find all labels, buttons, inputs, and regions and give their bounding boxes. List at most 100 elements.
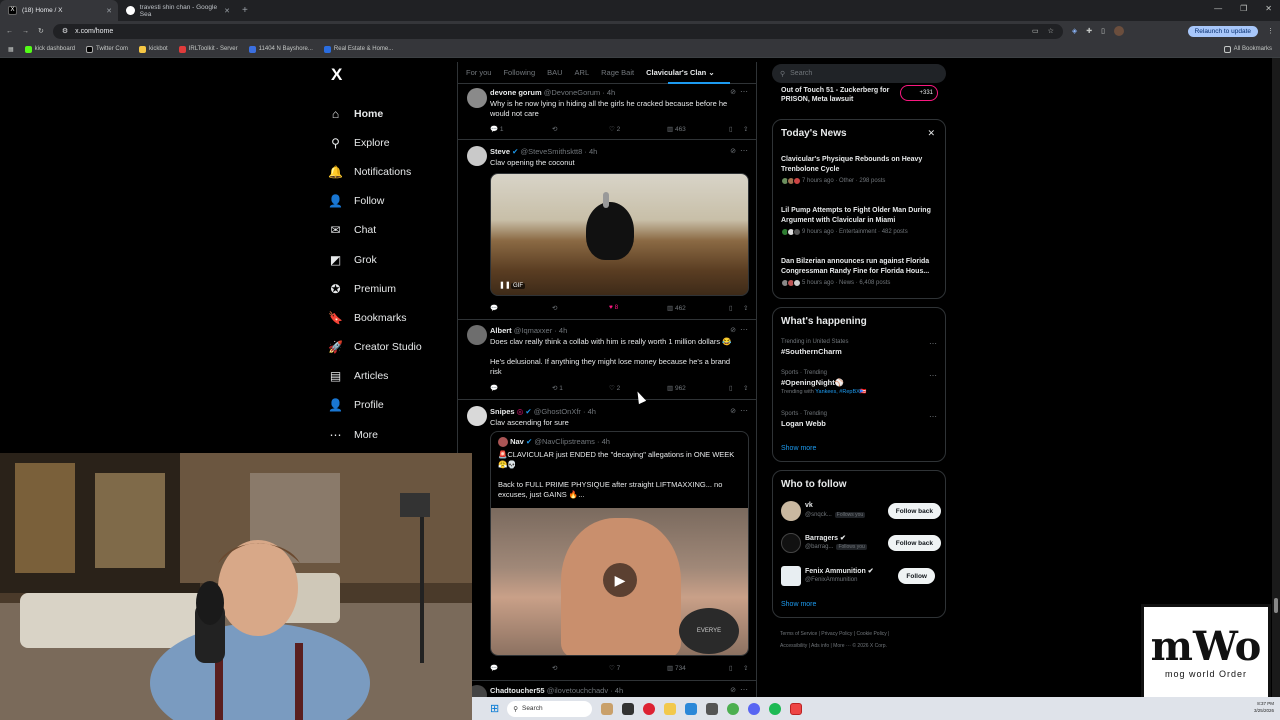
x-logo[interactable]: X [331, 65, 453, 85]
app-icon[interactable] [685, 702, 698, 715]
bookmark-icon[interactable]: ▯ [729, 664, 743, 672]
extension-icon[interactable]: ◈ [1072, 27, 1077, 35]
more-options-icon[interactable]: ⋯ [929, 339, 937, 348]
scrollbar-thumb[interactable] [1274, 598, 1278, 613]
recording-app-icon[interactable] [790, 702, 803, 715]
bookmark-twitter[interactable]: Twitter Com [86, 45, 128, 53]
trend-item[interactable]: Sports · Trending Logan Webb [781, 411, 941, 428]
grok-icon[interactable]: ⊘ [730, 326, 736, 334]
system-clock[interactable]: 8:37 PM 3/25/2026 [1254, 700, 1274, 714]
grok-icon[interactable]: ⊘ [730, 407, 736, 415]
nav-grok[interactable]: ◩ Grok [328, 245, 453, 274]
repost-button[interactable]: ⟲ [552, 304, 609, 312]
news-item[interactable]: Clavicular's Physique Rebounds on Heavy … [781, 155, 941, 186]
chrome-icon[interactable] [727, 702, 740, 715]
tab-clavicular-clan[interactable]: Clavicular's Clan ⌄ [646, 68, 715, 77]
app-icon[interactable] [706, 702, 719, 715]
views-button[interactable]: ▥ 962 [667, 384, 729, 392]
tab-for-you[interactable]: For you [466, 68, 491, 77]
discord-icon[interactable] [748, 702, 761, 715]
nav-profile[interactable]: 👤 Profile [328, 391, 453, 420]
follow-button[interactable]: Follow [898, 568, 935, 584]
follow-back-button[interactable]: Follow back [887, 535, 941, 551]
video-media[interactable]: ▶ EVERYE [491, 508, 748, 655]
star-icon[interactable]: ☆ [1048, 27, 1054, 35]
share-icon[interactable]: ⇪ [743, 664, 748, 672]
puzzle-icon[interactable]: ✚ [1086, 27, 1092, 35]
bookmark-irltoolkit[interactable]: IRLToolkit - Server [178, 45, 238, 53]
avatar[interactable] [467, 406, 487, 426]
forward-icon[interactable]: → [22, 28, 29, 35]
trend-with-links[interactable]: Yankees, #RepBX🇵🇷 [815, 389, 866, 395]
reply-button[interactable]: 💬 [490, 384, 552, 392]
menu-icon[interactable]: ⋮ [1267, 27, 1274, 35]
pause-icon[interactable]: ❚❚ [499, 281, 511, 289]
more-options-icon[interactable]: ⋯ [740, 325, 748, 334]
bookmark-icon[interactable]: ▯ [729, 304, 743, 312]
news-item[interactable]: Lil Pump Attempts to Fight Older Man Dur… [781, 206, 941, 237]
search-input[interactable]: ⚲ Search [772, 64, 946, 83]
avatar-icon[interactable] [1114, 26, 1124, 36]
tab-bau[interactable]: BAU [547, 68, 562, 77]
bookmark-kick-dashboard[interactable]: kick dashboard [24, 45, 75, 53]
footer-line[interactable]: Accessibility | Ads info | More ··· © 20… [780, 640, 950, 652]
follow-back-button[interactable]: Follow back [887, 503, 941, 519]
install-icon[interactable]: ▭ [1032, 27, 1039, 35]
apps-icon[interactable]: ▦ [8, 46, 14, 53]
grok-icon[interactable]: ⊘ [730, 686, 736, 694]
close-tab-icon[interactable]: ✕ [106, 7, 112, 15]
tab-arl[interactable]: ARL [575, 68, 590, 77]
all-bookmarks[interactable]: All Bookmarks [1223, 45, 1272, 53]
new-tab-icon[interactable]: + [236, 5, 254, 16]
trend-item[interactable]: Sports · Trending #OpeningNight⚾ Trendin… [781, 370, 941, 395]
reply-button[interactable]: 💬 [490, 304, 552, 312]
bookmark-bayshore[interactable]: 11404 N Bayshore... [248, 45, 313, 53]
news-item[interactable]: Dan Bilzerian announces run against Flor… [781, 257, 941, 288]
spotify-icon[interactable] [769, 702, 782, 715]
avatar[interactable] [467, 88, 487, 108]
nav-articles[interactable]: ▤ Articles [328, 362, 453, 391]
top-story-text[interactable]: Out of Touch 51 - Zuckerberg for PRISON,… [781, 86, 891, 104]
back-icon[interactable]: ← [6, 28, 13, 35]
share-icon[interactable]: ⇪ [743, 384, 748, 392]
close-tab-icon[interactable]: ✕ [224, 7, 230, 15]
bookmark-icon[interactable]: ▯ [729, 384, 743, 392]
gif-media[interactable]: ❚❚ GIF [490, 173, 749, 296]
close-window-icon[interactable]: ✕ [1265, 4, 1272, 13]
grok-icon[interactable]: ⊘ [730, 88, 736, 96]
close-icon[interactable]: ✕ [927, 128, 935, 139]
follow-suggestion[interactable]: Barragers ✔ @barrag... Follows you Follow… [781, 533, 941, 555]
bookmark-real-estate[interactable]: Real Estate & Home... [323, 45, 393, 53]
like-button[interactable]: ♡ 2 [609, 125, 667, 133]
opera-icon[interactable] [643, 702, 656, 715]
share-icon[interactable]: ⇪ [743, 304, 748, 312]
play-icon[interactable]: ▶ [603, 563, 637, 597]
nav-premium[interactable]: ✪ Premium [328, 274, 453, 303]
browser-tab-google[interactable]: travesti shin chan - Google Sea ✕ [118, 0, 236, 21]
taskbar-search[interactable]: ⚲ Search [507, 700, 593, 717]
widget-icon[interactable] [601, 702, 614, 715]
bookmark-kickbot[interactable]: kickbot [139, 45, 168, 53]
post-snipes[interactable]: Snipes ◎ ✔ @GhostOnXfr · 4h ⊘ ⋯ Clav asc… [458, 400, 756, 681]
tab-following[interactable]: Following [503, 68, 535, 77]
post-devone[interactable]: devone gorum @DevoneGorum · 4h ⊘ ⋯ Why i… [458, 84, 756, 140]
windows-start-icon[interactable]: ⊞ [490, 702, 499, 715]
reply-button[interactable]: 💬 [490, 664, 552, 672]
bookmark-icon[interactable]: ▯ [729, 125, 743, 133]
avatar[interactable] [467, 325, 487, 345]
relaunch-button[interactable]: Relaunch to update [1187, 25, 1258, 37]
tab-rage-bait[interactable]: Rage Bait [601, 68, 634, 77]
views-button[interactable]: ▥ 463 [667, 125, 729, 133]
minimize-icon[interactable]: — [1214, 4, 1222, 13]
site-info-icon[interactable]: ⚙ [62, 27, 68, 35]
nav-notifications[interactable]: 🔔 Notifications [328, 157, 453, 186]
more-options-icon[interactable]: ⋯ [929, 371, 937, 380]
post-steve[interactable]: Steve ✔ @SteveSmithsktt8 · 4h ⊘ ⋯ Clav o… [458, 140, 756, 320]
avatar[interactable] [467, 146, 487, 166]
like-button[interactable]: ♡ 7 [609, 664, 667, 672]
grok-icon[interactable]: ⊘ [730, 147, 736, 155]
nav-explore[interactable]: ⚲ Explore [328, 128, 453, 157]
share-icon[interactable]: ⇪ [743, 125, 748, 133]
nav-bookmarks[interactable]: 🔖 Bookmarks [328, 303, 453, 332]
url-field[interactable]: ⚙ x.com/home ▭ ☆ [52, 23, 1063, 39]
